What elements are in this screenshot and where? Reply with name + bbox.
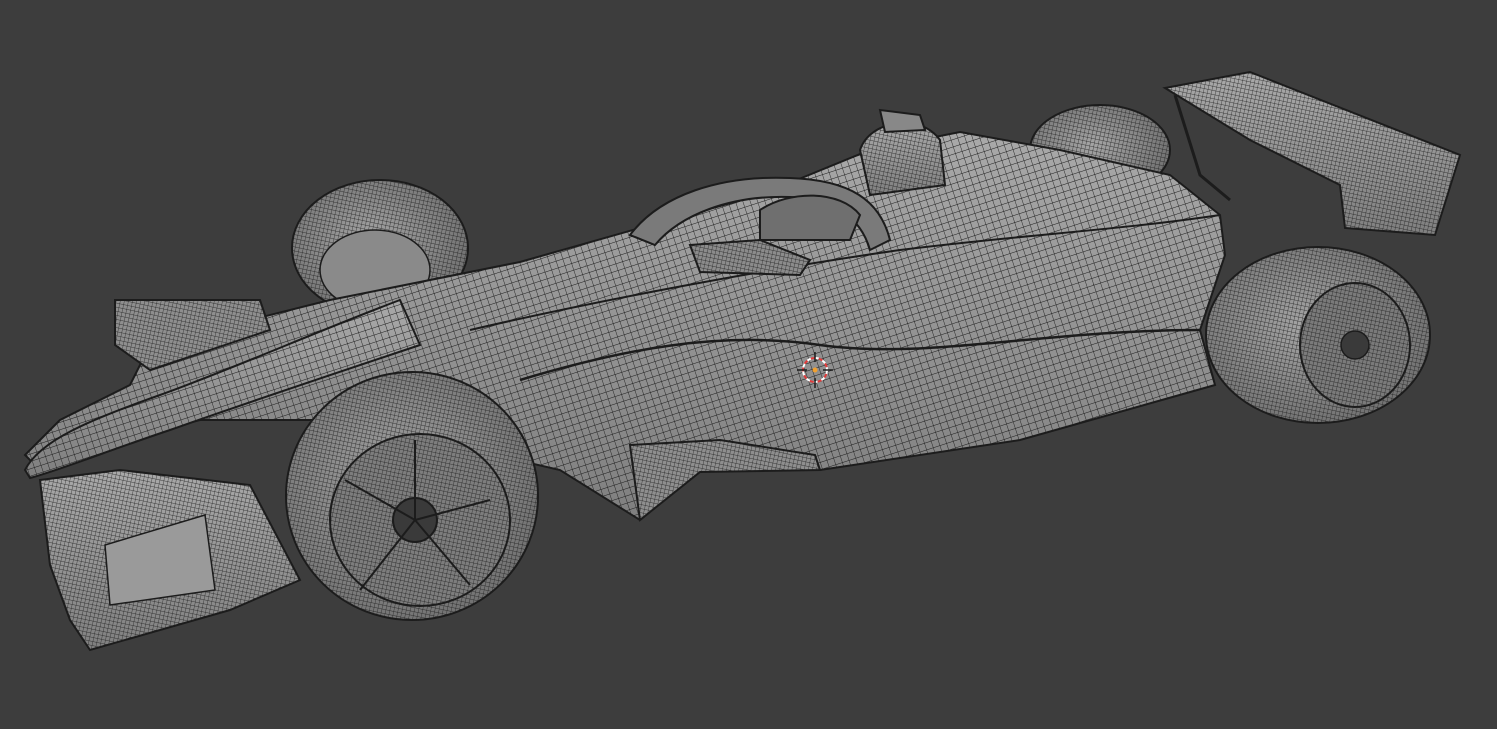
wireframe-race-car-icon[interactable]	[23, 70, 1462, 652]
viewport-canvas[interactable]	[0, 0, 1497, 729]
front-right-tire	[285, 371, 539, 621]
rear-right-tire	[1205, 246, 1431, 424]
3d-viewport[interactable]	[0, 0, 1497, 729]
